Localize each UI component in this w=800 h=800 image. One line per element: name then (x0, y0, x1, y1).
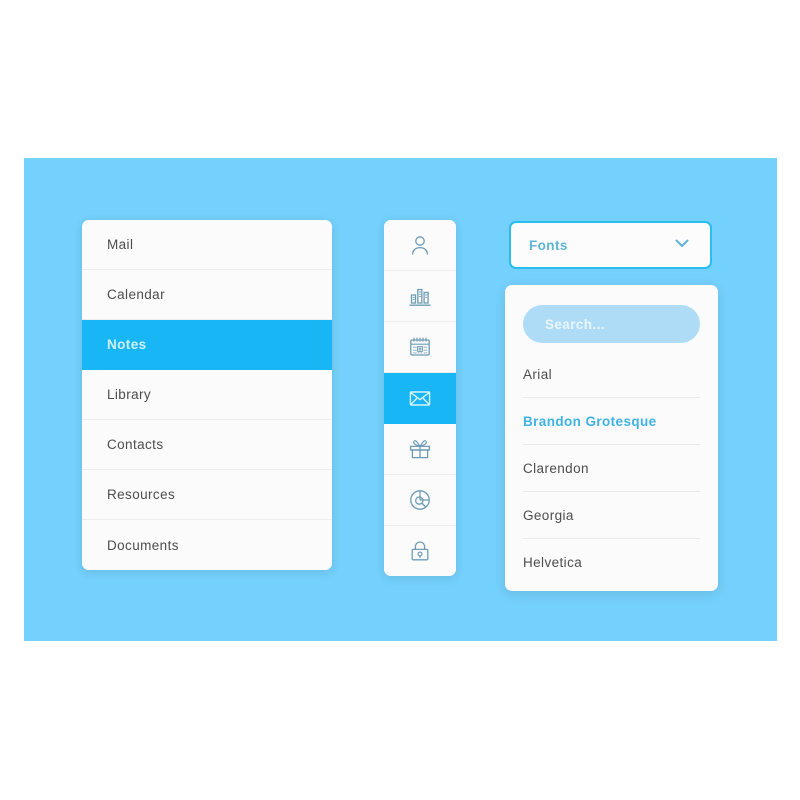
sidebar-item-label: Notes (107, 337, 147, 352)
search-input[interactable]: Search... (523, 305, 700, 343)
font-option-label: Arial (523, 366, 553, 382)
font-option-label: Georgia (523, 507, 574, 523)
envelope-icon (408, 386, 432, 410)
sidebar-item-label: Calendar (107, 287, 165, 302)
sidebar-item-calendar[interactable]: Calendar (82, 270, 332, 320)
sidebar-item-label: Library (107, 387, 152, 402)
fonts-dropdown-toggle[interactable]: Fonts (509, 221, 712, 269)
icon-toolbar-panel (384, 220, 456, 576)
navigation-menu-panel: Mail Calendar Notes Library Contacts Res… (82, 220, 332, 570)
sidebar-item-library[interactable]: Library (82, 370, 332, 420)
icon-toolbar-item-envelope[interactable] (384, 373, 456, 424)
pie-search-icon (408, 488, 432, 512)
calendar-icon (408, 335, 432, 359)
sidebar-item-resources[interactable]: Resources (82, 470, 332, 520)
font-option-georgia[interactable]: Georgia (523, 492, 700, 539)
icon-toolbar-item-pie-search[interactable] (384, 475, 456, 526)
icon-toolbar-item-calendar[interactable] (384, 322, 456, 373)
font-option-label: Clarendon (523, 460, 589, 476)
icon-toolbar-item-person[interactable] (384, 220, 456, 271)
lock-icon (408, 539, 432, 563)
sidebar-item-label: Mail (107, 237, 134, 252)
bar-chart-icon (408, 284, 432, 308)
chevron-down-icon (672, 233, 692, 258)
search-placeholder: Search... (545, 316, 605, 332)
sidebar-item-documents[interactable]: Documents (82, 520, 332, 570)
sidebar-item-contacts[interactable]: Contacts (82, 420, 332, 470)
icon-toolbar-item-bar-chart[interactable] (384, 271, 456, 322)
sidebar-item-label: Documents (107, 537, 179, 553)
sidebar-item-mail[interactable]: Mail (82, 220, 332, 270)
sidebar-item-label: Resources (107, 487, 176, 502)
sidebar-item-notes[interactable]: Notes (82, 320, 332, 370)
screenshot-root: Mail Calendar Notes Library Contacts Res… (0, 0, 800, 800)
fonts-dropdown-label: Fonts (529, 237, 568, 253)
sidebar-item-label: Contacts (107, 437, 164, 452)
font-option-arial[interactable]: Arial (523, 351, 700, 398)
font-option-label: Brandon Grotesque (523, 413, 657, 429)
icon-toolbar-item-lock[interactable] (384, 526, 456, 576)
font-option-clarendon[interactable]: Clarendon (523, 445, 700, 492)
person-icon (408, 233, 432, 257)
font-option-helvetica[interactable]: Helvetica (523, 539, 700, 585)
font-option-label: Helvetica (523, 554, 583, 570)
icon-toolbar-item-gift[interactable] (384, 424, 456, 475)
fonts-dropdown-list: Search... Arial Brandon Grotesque Claren… (505, 285, 718, 591)
gift-icon (408, 437, 432, 461)
font-option-brandon-grotesque[interactable]: Brandon Grotesque (523, 398, 700, 445)
